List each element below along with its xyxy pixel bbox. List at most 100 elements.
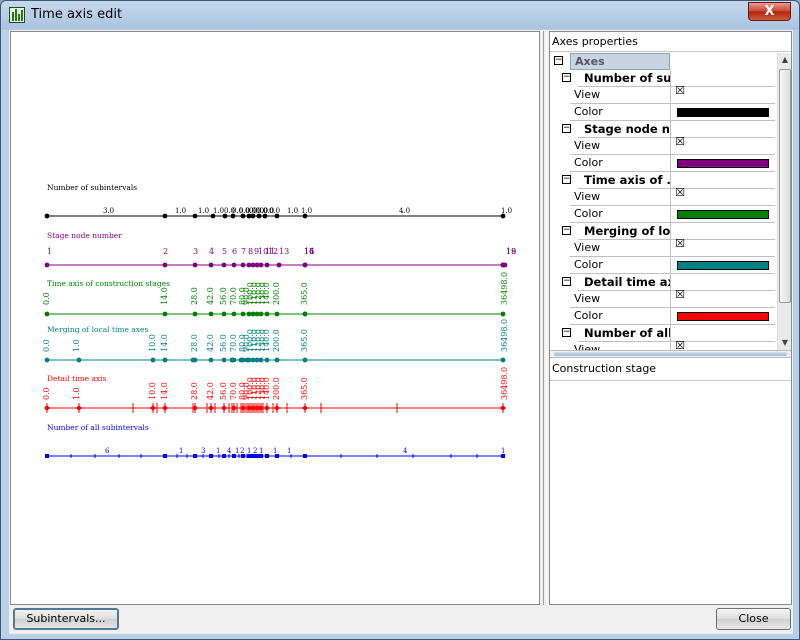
tick-label: 3 <box>201 447 205 455</box>
tick-label: 2 <box>253 447 257 455</box>
scroll-thumb[interactable] <box>779 69 791 303</box>
property-grid-scrollbar[interactable]: ▲ ▼ <box>777 53 791 350</box>
node-label: 2 <box>163 247 168 256</box>
prop-color-label: Color <box>570 257 671 274</box>
tick-label: 1 <box>259 447 263 455</box>
value-label: 1.0 <box>72 387 81 400</box>
collapse-icon[interactable]: − <box>562 124 571 133</box>
value-label: 56.0 <box>219 287 228 305</box>
property-grid[interactable]: −Axes−Number of su...View☒Color−Stage no… <box>550 53 775 350</box>
prop-view-label: View <box>570 342 671 350</box>
tick-label: 1 <box>235 447 239 455</box>
prop-category-axes[interactable]: − Axes <box>550 53 775 70</box>
value-label: 10.0 <box>148 382 157 400</box>
collapse-icon[interactable]: − <box>562 277 571 286</box>
tick-label: 6 <box>105 447 110 455</box>
collapse-icon[interactable]: − <box>562 175 571 184</box>
collapse-icon[interactable]: − <box>562 226 571 235</box>
axis-node <box>264 262 270 268</box>
value-label: 200.0 <box>272 329 281 352</box>
view-checkbox[interactable]: ☒ <box>675 289 685 301</box>
view-checkbox[interactable]: ☒ <box>675 187 685 199</box>
subintervals-button[interactable]: Subintervals... <box>13 608 119 630</box>
value-label: 140.0 <box>262 329 271 352</box>
axis-node <box>192 262 198 268</box>
axis-node <box>221 357 227 363</box>
node-label: 1 <box>47 247 52 256</box>
prop-group-4[interactable]: −Detail time axis <box>550 274 775 291</box>
axis-title: Merging of local time axes <box>47 325 148 334</box>
axis-node <box>208 357 214 363</box>
axis-node <box>192 213 198 219</box>
axis-node <box>302 262 308 268</box>
collapse-icon[interactable]: − <box>562 328 571 337</box>
description-title: Construction stage <box>552 362 657 375</box>
scroll-down-icon[interactable]: ▼ <box>778 336 792 350</box>
node-label: 5 <box>222 247 227 256</box>
properties-header: Axes properties <box>550 32 791 52</box>
title-bar[interactable]: Time axis edit X <box>1 1 799 29</box>
vertical-splitter[interactable] <box>541 31 549 605</box>
value-label: 1.0 <box>72 339 81 352</box>
color-swatch[interactable] <box>677 261 769 270</box>
prop-view-row[interactable]: View ☒ <box>550 340 775 350</box>
close-button[interactable]: Close <box>716 608 791 630</box>
prop-color-label: Color <box>570 206 671 223</box>
tick-label: 1.0 <box>175 207 186 215</box>
horizontal-splitter[interactable] <box>550 350 791 358</box>
prop-color-row[interactable]: Color <box>550 308 775 325</box>
prop-group-0[interactable]: −Number of su... <box>550 70 775 87</box>
axis-node <box>162 405 168 411</box>
window-close-button[interactable]: X <box>748 2 791 21</box>
node-label: 13 <box>279 247 289 256</box>
value-label: 42.0 <box>206 382 215 400</box>
value-label: 0.0 <box>42 387 51 400</box>
prop-view-row[interactable]: View ☒ <box>550 85 775 104</box>
prop-group-3[interactable]: −Merging of lo... <box>550 223 775 240</box>
prop-group-5[interactable]: −Number of all... <box>550 325 775 342</box>
value-label: 14.0 <box>160 287 169 305</box>
tick-label: 1 <box>179 447 183 455</box>
prop-group-2[interactable]: − Time axis of ... <box>550 172 775 189</box>
prop-view-row[interactable]: View ☒ <box>550 136 775 155</box>
view-checkbox[interactable]: ☒ <box>675 238 685 250</box>
collapse-icon[interactable]: − <box>562 73 571 82</box>
axis-node <box>44 262 50 268</box>
color-swatch[interactable] <box>677 108 769 117</box>
color-swatch[interactable] <box>677 210 769 219</box>
node-label: 3 <box>193 247 198 256</box>
time-axis-canvas[interactable]: Number of subintervals 3.0 1.0 1.0 1.0 0.0 0.0… <box>10 31 540 605</box>
axis-node <box>44 311 50 317</box>
prop-color-row[interactable]: Color <box>550 206 775 223</box>
prop-group-1[interactable]: −Stage node n... <box>550 121 775 138</box>
scroll-up-icon[interactable]: ▲ <box>778 53 792 67</box>
value-label: 42.0 <box>206 334 215 352</box>
axis-node <box>208 405 214 411</box>
prop-color-row[interactable]: Color <box>550 257 775 274</box>
prop-view-row[interactable]: View ☒ <box>550 187 775 206</box>
axis-node <box>500 405 506 411</box>
prop-color-row[interactable]: Color <box>550 155 775 172</box>
prop-view-row[interactable]: View ☒ <box>550 289 775 308</box>
view-checkbox[interactable]: ☒ <box>675 340 685 350</box>
prop-color-label: Color <box>570 155 671 172</box>
axis-node <box>264 405 270 411</box>
axis-node <box>276 262 282 268</box>
time-axis-edit-window: Time axis edit X Number of subintervals 3… <box>0 0 800 640</box>
axis-title: Number of all subintervals <box>47 423 149 432</box>
axis-node <box>208 262 214 268</box>
collapse-icon[interactable]: − <box>554 56 563 65</box>
tick-label: 1 <box>287 447 291 455</box>
view-checkbox[interactable]: ☒ <box>675 136 685 148</box>
prop-color-row[interactable]: Color <box>550 104 775 121</box>
tick-label: 4.0 <box>399 207 410 215</box>
view-checkbox[interactable]: ☒ <box>675 85 685 97</box>
axis-node <box>302 357 308 363</box>
axis-node <box>162 262 168 268</box>
axis-node <box>44 357 50 363</box>
color-swatch[interactable] <box>677 312 769 321</box>
prop-view-row[interactable]: View ☒ <box>550 238 775 257</box>
color-swatch[interactable] <box>677 159 769 168</box>
axis-title: Time axis of construction stages <box>47 279 170 288</box>
prop-group-label: Number of su... <box>578 70 671 87</box>
